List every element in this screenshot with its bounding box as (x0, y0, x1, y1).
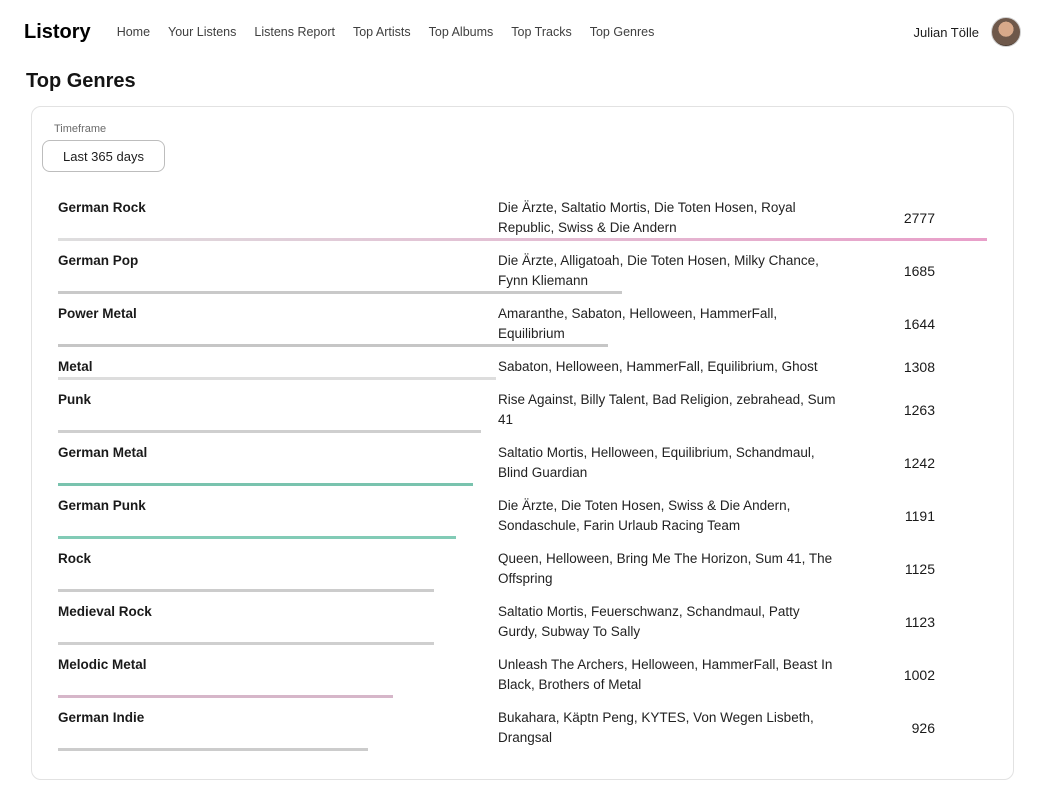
genre-name: Punk (58, 390, 498, 410)
nav-user: Julian Tölle (913, 17, 1021, 47)
genre-row: Punk Rise Against, Billy Talent, Bad Rel… (58, 380, 987, 433)
genre-row: German Metal Saltatio Mortis, Helloween,… (58, 433, 987, 486)
nav-item-home[interactable]: Home (117, 25, 150, 39)
user-name: Julian Tölle (913, 25, 979, 40)
genre-artists: Bukahara, Käptn Peng, KYTES, Von Wegen L… (498, 708, 838, 748)
genre-artists: Queen, Helloween, Bring Me The Horizon, … (498, 549, 838, 589)
genre-artists: Unleash The Archers, Helloween, HammerFa… (498, 655, 838, 695)
genre-artists: Rise Against, Billy Talent, Bad Religion… (498, 390, 838, 430)
genre-name: German Indie (58, 708, 498, 728)
genre-count: 1002 (838, 667, 987, 683)
genre-row: German Pop Die Ärzte, Alligatoah, Die To… (58, 241, 987, 294)
genre-count: 1685 (838, 263, 987, 279)
nav-item-top-artists[interactable]: Top Artists (353, 25, 411, 39)
genre-count: 1191 (838, 508, 987, 524)
genre-name: Medieval Rock (58, 602, 498, 622)
genre-row: German Punk Die Ärzte, Die Toten Hosen, … (58, 486, 987, 539)
genre-artists: Die Ärzte, Saltatio Mortis, Die Toten Ho… (498, 198, 838, 238)
genre-name: German Pop (58, 251, 498, 271)
genre-artists: Saltatio Mortis, Feuerschwanz, Schandmau… (498, 602, 838, 642)
genre-name: Rock (58, 549, 498, 569)
genre-row: German Rock Die Ärzte, Saltatio Mortis, … (58, 188, 987, 241)
genre-count: 1644 (838, 316, 987, 332)
nav-item-top-genres[interactable]: Top Genres (590, 25, 655, 39)
app-logo[interactable]: Listory (24, 21, 91, 44)
genre-name: German Punk (58, 496, 498, 516)
genre-rows: German Rock Die Ärzte, Saltatio Mortis, … (58, 188, 987, 751)
genre-row: Metal Sabaton, Helloween, HammerFall, Eq… (58, 347, 987, 380)
nav-item-listens-report[interactable]: Listens Report (254, 25, 335, 39)
timeframe-select[interactable]: Last 365 days (42, 140, 165, 172)
genre-artists: Die Ärzte, Die Toten Hosen, Swiss & Die … (498, 496, 838, 536)
page-title: Top Genres (0, 70, 1045, 93)
genre-count: 2777 (838, 210, 987, 226)
genre-name: German Metal (58, 443, 498, 463)
genre-row: Rock Queen, Helloween, Bring Me The Hori… (58, 539, 987, 592)
genre-name: German Rock (58, 198, 498, 218)
nav-links: Home Your Listens Listens Report Top Artist… (117, 25, 914, 39)
timeframe-control: Timeframe Last 365 days (42, 123, 987, 172)
genre-artists: Die Ärzte, Alligatoah, Die Toten Hosen, … (498, 251, 838, 291)
genre-count: 926 (838, 720, 987, 736)
genre-name: Metal (58, 357, 498, 377)
top-nav: Listory Home Your Listens Listens Report To… (0, 0, 1045, 64)
genre-row: Melodic Metal Unleash The Archers, Hello… (58, 645, 987, 698)
nav-item-top-albums[interactable]: Top Albums (429, 25, 494, 39)
genre-name: Power Metal (58, 304, 498, 324)
genre-artists: Sabaton, Helloween, HammerFall, Equilibr… (498, 357, 838, 377)
genre-row: German Indie Bukahara, Käptn Peng, KYTES… (58, 698, 987, 751)
genre-count: 1123 (838, 614, 987, 630)
user-avatar-icon[interactable] (991, 17, 1021, 47)
genre-row: Medieval Rock Saltatio Mortis, Feuerschw… (58, 592, 987, 645)
genre-count: 1125 (838, 561, 987, 577)
genres-card: Timeframe Last 365 days German Rock Die … (31, 106, 1014, 780)
genre-artists: Amaranthe, Sabaton, Helloween, HammerFal… (498, 304, 838, 344)
genre-count: 1242 (838, 455, 987, 471)
genre-artists: Saltatio Mortis, Helloween, Equilibrium,… (498, 443, 838, 483)
genre-bar (58, 748, 368, 751)
genre-name: Melodic Metal (58, 655, 498, 675)
timeframe-label: Timeframe (54, 123, 987, 135)
genre-row: Power Metal Amaranthe, Sabaton, Hellowee… (58, 294, 987, 347)
genre-bar-track (58, 748, 987, 751)
nav-item-top-tracks[interactable]: Top Tracks (511, 25, 571, 39)
genre-count: 1308 (838, 359, 987, 375)
genre-count: 1263 (838, 402, 987, 418)
nav-item-your-listens[interactable]: Your Listens (168, 25, 236, 39)
